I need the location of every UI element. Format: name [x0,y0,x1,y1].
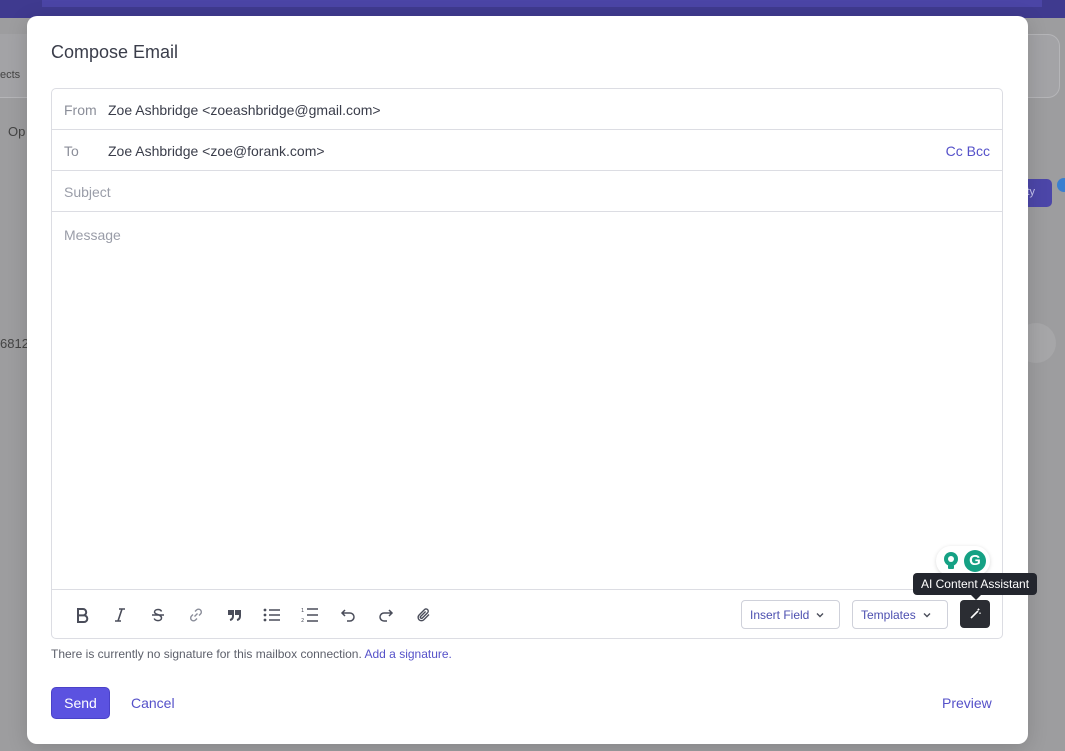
magic-wand-icon [970,608,981,619]
insert-field-dropdown[interactable]: Insert Field [741,600,840,629]
cc-link[interactable]: Cc [946,143,963,159]
chevron-down-icon [923,613,931,618]
from-value[interactable]: Zoe Ashbridge <zoeashbridge@gmail.com> [108,102,381,118]
strikethrough-icon[interactable] [148,605,168,625]
quote-icon[interactable] [224,605,244,625]
grammarly-icon[interactable]: G [964,550,986,572]
bullet-list-icon[interactable] [262,605,282,625]
ai-content-assistant-button[interactable] [960,600,990,628]
formatting-toolbar: 12 Insert Field Templates [52,589,1002,638]
background-topbar-inner [42,0,1042,7]
insert-field-label: Insert Field [750,608,810,622]
subject-placeholder: Subject [64,184,111,200]
numbered-list-icon[interactable]: 12 [300,605,320,625]
modal-title: Compose Email [51,42,179,62]
from-label: From [64,102,97,118]
chevron-down-icon [816,613,824,618]
signature-note-text: There is currently no signature for this… [51,647,362,661]
compose-email-modal: Compose Email From Zoe Ashbridge <zoeash… [27,16,1037,744]
italic-icon[interactable] [110,605,130,625]
message-placeholder: Message [64,227,121,243]
templates-dropdown[interactable]: Templates [852,600,948,629]
background-text: 6812 [0,336,29,351]
preview-button[interactable]: Preview [942,695,992,711]
to-value[interactable]: Zoe Ashbridge <zoe@forank.com> [108,143,325,159]
redo-icon[interactable] [376,605,396,625]
templates-label: Templates [861,608,916,622]
background-dot [1057,178,1065,192]
signature-note: There is currently no signature for this… [51,647,452,661]
ai-assistant-tooltip: AI Content Assistant [913,573,1037,595]
svg-text:2: 2 [301,618,304,623]
bcc-link[interactable]: Bcc [967,143,990,159]
bold-icon[interactable] [72,605,92,625]
background-text: Op [8,124,26,139]
tooltip-arrow [971,595,981,600]
link-icon[interactable] [186,605,206,625]
add-signature-link[interactable]: Add a signature. [365,647,452,661]
subject-field[interactable]: Subject [52,171,1002,212]
grammarly-widget[interactable]: G [936,546,990,576]
cancel-button[interactable]: Cancel [131,695,175,711]
send-button[interactable]: Send [51,687,110,719]
cc-bcc-links: Cc Bcc [946,143,990,159]
attachment-icon[interactable] [414,605,434,625]
to-row[interactable]: To Zoe Ashbridge <zoe@forank.com> Cc Bcc [52,130,1002,171]
background-card-left [0,34,28,98]
from-row[interactable]: From Zoe Ashbridge <zoeashbridge@gmail.c… [52,89,1002,130]
to-label: To [64,143,79,159]
undo-icon[interactable] [338,605,358,625]
compose-form: From Zoe Ashbridge <zoeashbridge@gmail.c… [51,88,1003,639]
background-text: ects [0,69,21,81]
message-field[interactable]: Message G [52,212,1002,589]
lightbulb-icon[interactable] [942,551,960,571]
svg-text:1: 1 [301,608,304,614]
